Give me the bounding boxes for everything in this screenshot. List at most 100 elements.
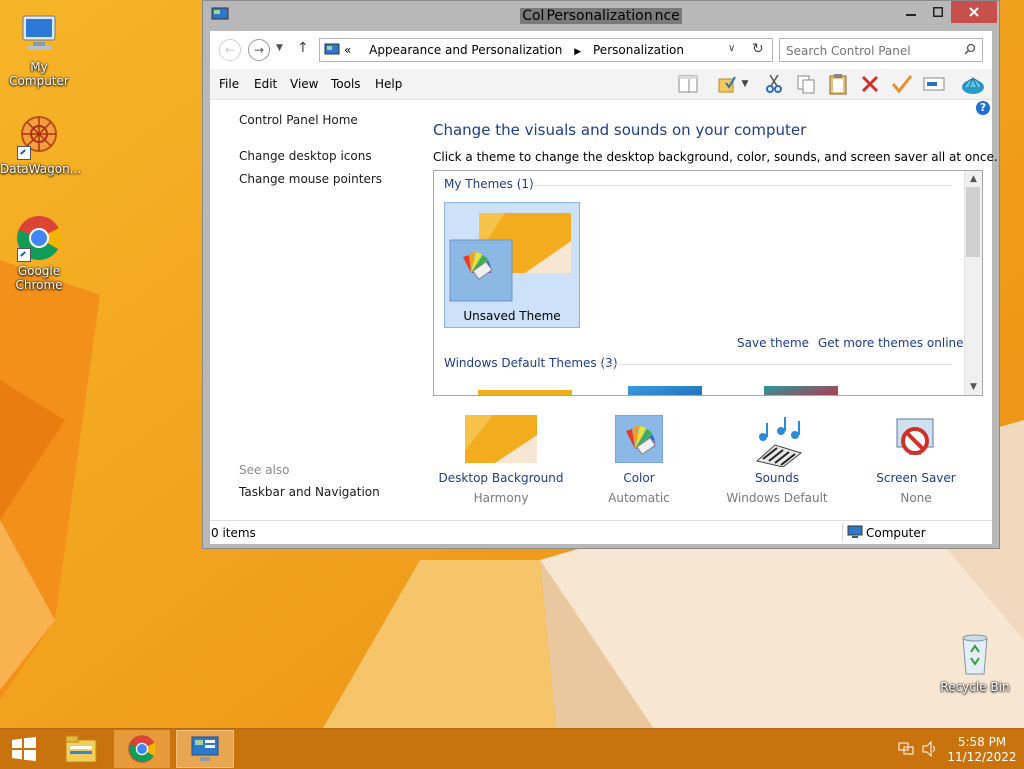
menu-edit[interactable]: Edit <box>254 77 277 91</box>
minimize-button[interactable] <box>897 1 925 23</box>
recycle-bin-icon <box>962 634 988 675</box>
desktop-icon-label: Google Chrome <box>15 264 63 292</box>
theme-list-scrollbar[interactable]: ▲ ▼ <box>964 171 982 395</box>
back-button[interactable]: ← <box>219 39 241 61</box>
rename-button[interactable] <box>922 73 946 95</box>
search-icon[interactable] <box>964 43 976 55</box>
shell-globe-icon <box>962 76 984 94</box>
taskbar: 5:58 PM 11/12/2022 <box>0 728 1024 769</box>
search-input[interactable] <box>784 41 958 61</box>
desktop-icon-my-computer[interactable]: My Computer <box>0 10 78 88</box>
copy-button[interactable] <box>794 73 818 95</box>
taskbar-chrome[interactable] <box>114 730 170 768</box>
theme-thumb-windows[interactable] <box>478 390 572 395</box>
desktop-icon-google-chrome[interactable]: Google Chrome <box>0 214 78 292</box>
forward-button[interactable]: → <box>248 39 270 61</box>
theme-thumb-lines[interactable] <box>628 386 702 395</box>
close-button[interactable] <box>951 1 997 23</box>
cut-button[interactable] <box>762 73 786 95</box>
chrome-icon <box>128 735 156 763</box>
get-more-themes-link[interactable]: Get more themes online <box>818 336 964 350</box>
up-arrow-icon: ↑ <box>297 40 309 56</box>
scroll-down-icon[interactable]: ▼ <box>965 379 982 395</box>
personalization-window: Col Personalization nce ← → ▼ ↑ « Appear… <box>202 0 1000 549</box>
help-icon[interactable]: ? <box>976 101 990 115</box>
theme-thumb-flowers[interactable] <box>764 386 838 395</box>
sounds-setting[interactable]: Sounds Windows Default <box>712 415 842 505</box>
maximize-button[interactable] <box>925 1 951 23</box>
delete-button[interactable] <box>858 73 882 95</box>
menu-file[interactable]: File <box>219 77 239 91</box>
control-panel-home-link[interactable]: Control Panel Home <box>239 113 358 127</box>
copy-icon <box>797 75 815 94</box>
address-row: ← → ▼ ↑ « Appearance and Personalization <box>210 31 992 69</box>
shortcut-arrow-icon <box>17 248 31 262</box>
paste-button[interactable] <box>826 73 850 95</box>
scissors-icon <box>766 74 782 93</box>
default-themes-header[interactable]: Windows Default Themes (3) <box>444 356 618 370</box>
refresh-icon[interactable]: ↻ <box>752 41 764 57</box>
address-bar[interactable]: « Appearance and Personalization ▶ Perso… <box>319 38 773 62</box>
taskbar-file-explorer[interactable] <box>56 730 106 768</box>
taskbar-clock[interactable]: 5:58 PM 11/12/2022 <box>940 735 1024 765</box>
window-client: ← → ▼ ↑ « Appearance and Personalization <box>210 31 998 544</box>
setting-value: Harmony <box>473 491 529 505</box>
clock-date: 11/12/2022 <box>947 750 1017 764</box>
taskbar-navigation-link[interactable]: Taskbar and Navigation <box>239 485 380 499</box>
theme-card-unsaved[interactable]: Unsaved Theme <box>444 202 580 328</box>
start-button[interactable] <box>0 730 48 768</box>
folder-options-dropdown[interactable]: ▼ <box>738 73 752 95</box>
desktop-background-setting[interactable]: Desktop Background Harmony <box>436 415 566 505</box>
theme-list[interactable]: My Themes (1) Unsaved Theme Save theme G… <box>433 170 983 396</box>
menu-help[interactable]: Help <box>375 77 402 91</box>
breadcrumb-chevron-icon[interactable]: ▶ <box>574 47 581 57</box>
desktop-icon-label: DataWagon... <box>0 162 82 176</box>
recent-locations-button[interactable]: ▼ <box>276 43 283 53</box>
change-desktop-icons-link[interactable]: Change desktop icons <box>239 149 372 163</box>
desktop-background-icon <box>465 415 537 463</box>
change-mouse-pointers-link[interactable]: Change mouse pointers <box>239 172 382 186</box>
properties-button[interactable] <box>890 73 914 95</box>
control-panel-icon <box>191 736 219 761</box>
desktop-icon-datawagon[interactable]: DataWagon... <box>0 112 82 176</box>
setting-name[interactable]: Sounds <box>712 471 842 485</box>
breadcrumb-personalization[interactable]: Personalization <box>593 43 684 57</box>
web-button[interactable] <box>961 73 985 95</box>
screen-saver-setting[interactable]: Screen Saver None <box>851 415 981 505</box>
setting-name[interactable]: Screen Saver <box>851 471 981 485</box>
status-item-count: 0 items <box>211 526 256 540</box>
breadcrumb-overflow[interactable]: « <box>344 43 351 57</box>
save-theme-link[interactable]: Save theme <box>737 336 809 350</box>
folder-options-button[interactable] <box>715 73 739 95</box>
setting-name[interactable]: Color <box>574 471 704 485</box>
search-box[interactable] <box>779 38 983 62</box>
breadcrumb-appearance[interactable]: Appearance and Personalization <box>369 43 562 57</box>
group-divider <box>532 185 952 186</box>
preview-pane-button[interactable] <box>676 73 700 95</box>
speaker-icon <box>922 740 935 758</box>
menu-tools[interactable]: Tools <box>331 77 361 91</box>
scroll-up-icon[interactable]: ▲ <box>965 171 982 187</box>
setting-name[interactable]: Desktop Background <box>436 471 566 485</box>
title-bar[interactable]: Col Personalization nce <box>203 1 999 31</box>
delete-x-icon <box>861 75 879 93</box>
preview-pane-icon <box>678 75 698 93</box>
volume-tray-icon[interactable] <box>921 740 939 760</box>
maximize-icon <box>933 7 943 17</box>
page-description: Click a theme to change the desktop back… <box>433 150 998 164</box>
taskbar-control-panel[interactable] <box>176 730 234 768</box>
my-themes-header[interactable]: My Themes (1) <box>444 177 534 191</box>
group-divider <box>602 364 952 365</box>
my-computer-icon <box>22 15 56 50</box>
network-icon <box>898 742 914 755</box>
up-button[interactable]: ↑ <box>297 40 309 56</box>
network-tray-icon[interactable] <box>898 741 914 760</box>
address-history-chevron-icon[interactable]: ∨ <box>728 43 735 54</box>
close-icon <box>969 7 979 17</box>
color-setting[interactable]: Color Automatic <box>574 414 704 505</box>
theme-preview <box>449 213 571 302</box>
chevron-down-icon: ▼ <box>276 43 283 53</box>
menu-view[interactable]: View <box>290 77 318 91</box>
scroll-thumb[interactable] <box>966 187 980 257</box>
desktop-icon-recycle-bin[interactable]: Recycle Bin <box>936 630 1014 694</box>
